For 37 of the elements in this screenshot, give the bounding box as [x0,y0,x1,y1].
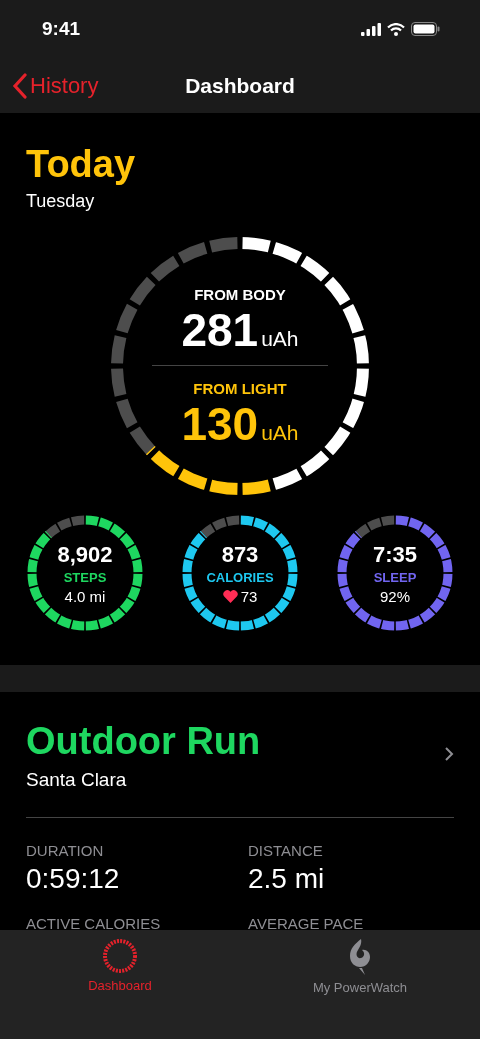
ring-icon [102,938,138,974]
stat-label: DURATION [26,842,105,859]
metric-label: CALORIES [206,569,274,585]
today-title: Today [26,145,137,183]
tab-item[interactable]: My PowerWatch [240,930,480,1039]
chevron-right-icon [444,746,454,762]
stat-value: 2.5 mi [248,863,326,895]
workout-location: Santa Clara [26,769,128,791]
metric-value: 873 [221,541,259,568]
wifi-icon [387,22,405,36]
source-label: FROM BODY [194,285,286,303]
status-time: 9:41 [42,18,81,40]
day-label: Tuesday [26,191,96,212]
metric-label: STEPS [63,569,107,585]
energy-unit: uAh [261,421,299,443]
stat-label: ACTIVE CALORIES [26,915,162,930]
metric-detail: 92% [380,587,410,605]
energy-value: 281 [181,306,259,353]
energy-unit: uAh [261,327,299,349]
signal-icon [361,22,381,36]
stat-label: AVERAGE PACE [248,915,365,930]
heart-icon [222,589,238,603]
metric-value: 8,902 [57,541,113,568]
chevron-left-icon [12,72,28,99]
energy-value: 130 [181,400,259,447]
workout-title: Outdoor Run [26,720,261,763]
metric-value: 7:35 [372,541,417,568]
battery-icon [411,22,440,36]
metric-detail: 73 [240,587,258,605]
stat-label: DISTANCE [248,842,324,859]
metric-label: SLEEP [373,569,417,585]
back-button[interactable]: History [12,72,99,99]
tab-item[interactable]: Dashboard [0,930,240,1039]
metric-detail: 4.0 mi [64,587,106,605]
nav-title: Dashboard [185,73,295,97]
stat-value: 0:59:12 [26,863,121,895]
source-label: FROM LIGHT [193,379,287,397]
